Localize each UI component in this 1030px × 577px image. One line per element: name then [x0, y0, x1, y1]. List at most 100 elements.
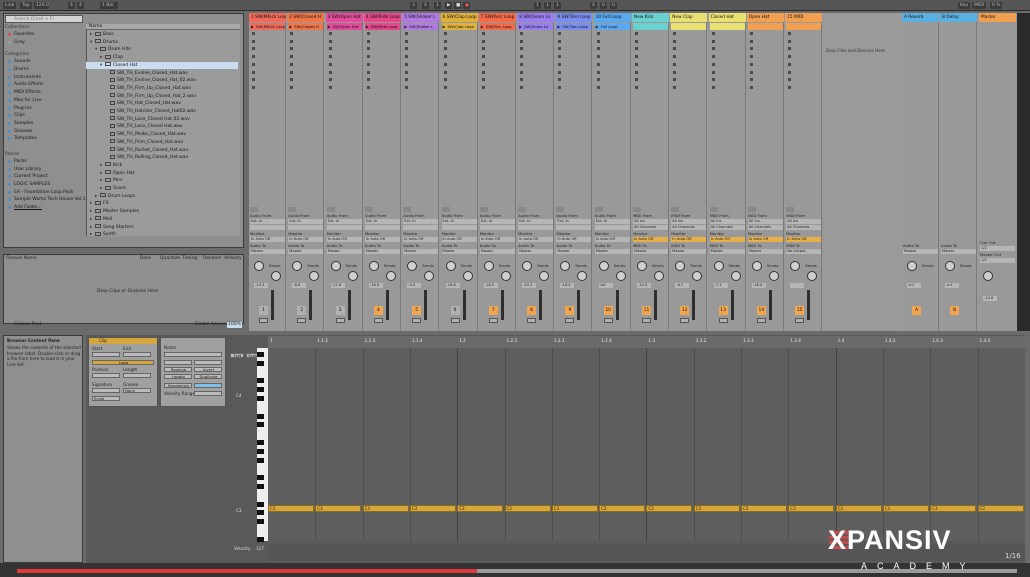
black-key[interactable]: [257, 501, 264, 507]
monitor-switch[interactable]: In Auto Off: [556, 237, 592, 242]
volume-value[interactable]: -8.8: [292, 283, 307, 288]
return-activator[interactable]: A: [912, 306, 921, 315]
clip-play-icon[interactable]: ▶: [366, 23, 369, 30]
black-key[interactable]: [257, 440, 264, 445]
clip-stop-icon[interactable]: [635, 62, 638, 66]
stop-clip-button[interactable]: [747, 207, 756, 212]
end-field[interactable]: [123, 352, 151, 357]
clip-stop-icon[interactable]: [596, 62, 600, 66]
clip-stop-icon[interactable]: [328, 32, 332, 35]
arrangement-position-sixteenth[interactable]: 1: [434, 2, 441, 9]
track-activator[interactable]: 3: [335, 306, 345, 315]
cue-out-select[interactable]: 1/2: [980, 246, 1015, 251]
output-select[interactable]: Master: [364, 249, 400, 254]
track-activator[interactable]: 13: [718, 306, 728, 315]
monitor-switch[interactable]: In Auto Off: [441, 237, 477, 242]
stop-clip-button[interactable]: [441, 207, 450, 212]
monitor-switch[interactable]: In Auto Off: [633, 237, 668, 242]
tap-button[interactable]: Tap: [20, 2, 32, 9]
clip-stop-icon[interactable]: [711, 78, 715, 82]
category-item[interactable]: Max for Live: [5, 97, 83, 105]
clip-stop-icon[interactable]: [673, 85, 677, 89]
stop-clip-button[interactable]: [364, 207, 373, 212]
stop-clip-button[interactable]: [403, 207, 412, 212]
tree-item[interactable]: SW_TH_Loco_Closed Hat 02.wav: [105, 116, 190, 124]
tree-item[interactable]: ▸ Master Samples: [90, 208, 139, 216]
clip-stop-icon[interactable]: [673, 70, 677, 74]
pan-knob[interactable]: [768, 271, 779, 281]
master-volume-value[interactable]: -10.8: [983, 296, 997, 301]
output-select[interactable]: Master: [633, 249, 668, 254]
tree-item[interactable]: SW_TH_Rolling_Closed_Hat.wav: [105, 154, 188, 162]
category-item[interactable]: Plug-Ins: [5, 105, 83, 113]
pan-knob[interactable]: [807, 271, 818, 281]
output-select[interactable]: No Output: [786, 249, 822, 254]
track-activator[interactable]: 6: [450, 306, 460, 315]
double-tempo-button[interactable]: [194, 360, 222, 365]
clip-stop-icon[interactable]: [558, 78, 562, 82]
clip-stop-icon[interactable]: [635, 32, 638, 35]
monitor-switch[interactable]: In Auto Off: [747, 237, 783, 242]
midi-note[interactable]: C3: [504, 505, 551, 512]
tree-item[interactable]: SW_TH_Hat_Closed_Hat.wav: [105, 100, 181, 108]
key-map-button[interactable]: Key: [958, 2, 971, 9]
clip-stop-icon[interactable]: [328, 78, 332, 82]
track-activator[interactable]: 7: [488, 306, 498, 315]
time-ruler[interactable]: 1 1.1.2 1.1.3 1.1.4 1.2 1.2.2 1.2.3 1.2.4 1.3 1.3…: [268, 336, 1025, 348]
clip-stop-icon[interactable]: [443, 70, 447, 74]
clip-stop-icon[interactable]: [328, 55, 332, 59]
output-select[interactable]: Master: [250, 249, 285, 254]
monitor-switch[interactable]: In Auto Off: [479, 237, 515, 242]
monitor-switch[interactable]: In Auto Off: [364, 237, 400, 242]
clip-stop-icon[interactable]: [252, 39, 255, 43]
midi-map-button[interactable]: MIDI: [972, 2, 987, 9]
half-tempo-button[interactable]: [164, 360, 192, 365]
arrangement-position-bar[interactable]: 3: [410, 2, 417, 9]
track-title[interactable]: 8 SW(Snare Lo: [517, 13, 555, 22]
clip-stop-icon[interactable]: [749, 62, 753, 66]
tree-item[interactable]: ▸ Open Hat: [100, 170, 134, 178]
solo-button[interactable]: [565, 318, 575, 323]
track-activator[interactable]: 8: [527, 306, 537, 315]
return-track-title[interactable]: B Delay: [940, 13, 977, 22]
loop-start-sixteenth[interactable]: 1: [554, 2, 561, 9]
play-icon[interactable]: ▶: [445, 2, 452, 9]
pan-knob[interactable]: [309, 271, 320, 281]
clip-slot-filled[interactable]: ▶ Full Loop: [594, 23, 630, 30]
send-knob[interactable]: [330, 261, 341, 271]
clip-stop-icon[interactable]: [481, 55, 485, 59]
monitor-switch[interactable]: In Auto Off: [250, 237, 285, 242]
clip-stop-icon[interactable]: [520, 62, 524, 66]
master-track-title[interactable]: Master: [979, 13, 1016, 22]
stop-clip-button[interactable]: [594, 207, 603, 212]
clip-stop-icon[interactable]: [596, 32, 600, 35]
tree-item[interactable]: ▸ Snare: [100, 185, 126, 193]
midi-note[interactable]: C3: [930, 505, 977, 512]
volume-value[interactable]: -9.4: [407, 283, 422, 288]
solo-button[interactable]: [488, 318, 498, 323]
clip-stop-icon[interactable]: [252, 78, 255, 82]
clip-stop-icon[interactable]: [328, 70, 332, 74]
clip-stop-icon[interactable]: [520, 70, 524, 74]
clip-stop-icon[interactable]: [520, 47, 524, 51]
tree-item[interactable]: ▸ Kick: [100, 162, 122, 170]
volume-value[interactable]: [790, 283, 805, 288]
midi-note[interactable]: C3: [741, 505, 787, 512]
midi-note[interactable]: C3: [551, 505, 598, 512]
monitor-switch[interactable]: In Auto Off: [518, 237, 554, 242]
clip-stop-icon[interactable]: [405, 78, 409, 82]
monitor-switch[interactable]: In Auto Off: [594, 237, 630, 242]
clip-play-icon[interactable]: ▶: [251, 23, 254, 30]
pan-knob[interactable]: [577, 271, 588, 281]
clip-stop-icon[interactable]: [749, 55, 753, 59]
clip-stop-icon[interactable]: [405, 70, 409, 74]
input-channel-select[interactable]: All Channels: [747, 225, 783, 230]
solo-button[interactable]: [527, 318, 537, 323]
volume-value[interactable]: -7.1: [713, 283, 728, 288]
reverse-button[interactable]: Reverse: [164, 367, 192, 372]
tree-item[interactable]: SW_TH_Prim_Closed_Hat.wav: [105, 139, 183, 147]
input-channel-select[interactable]: All Channels: [709, 225, 745, 230]
volume-value[interactable]: -6.7: [675, 283, 690, 288]
track-activator[interactable]: 4: [373, 306, 383, 315]
clip-stop-icon[interactable]: [673, 78, 677, 82]
